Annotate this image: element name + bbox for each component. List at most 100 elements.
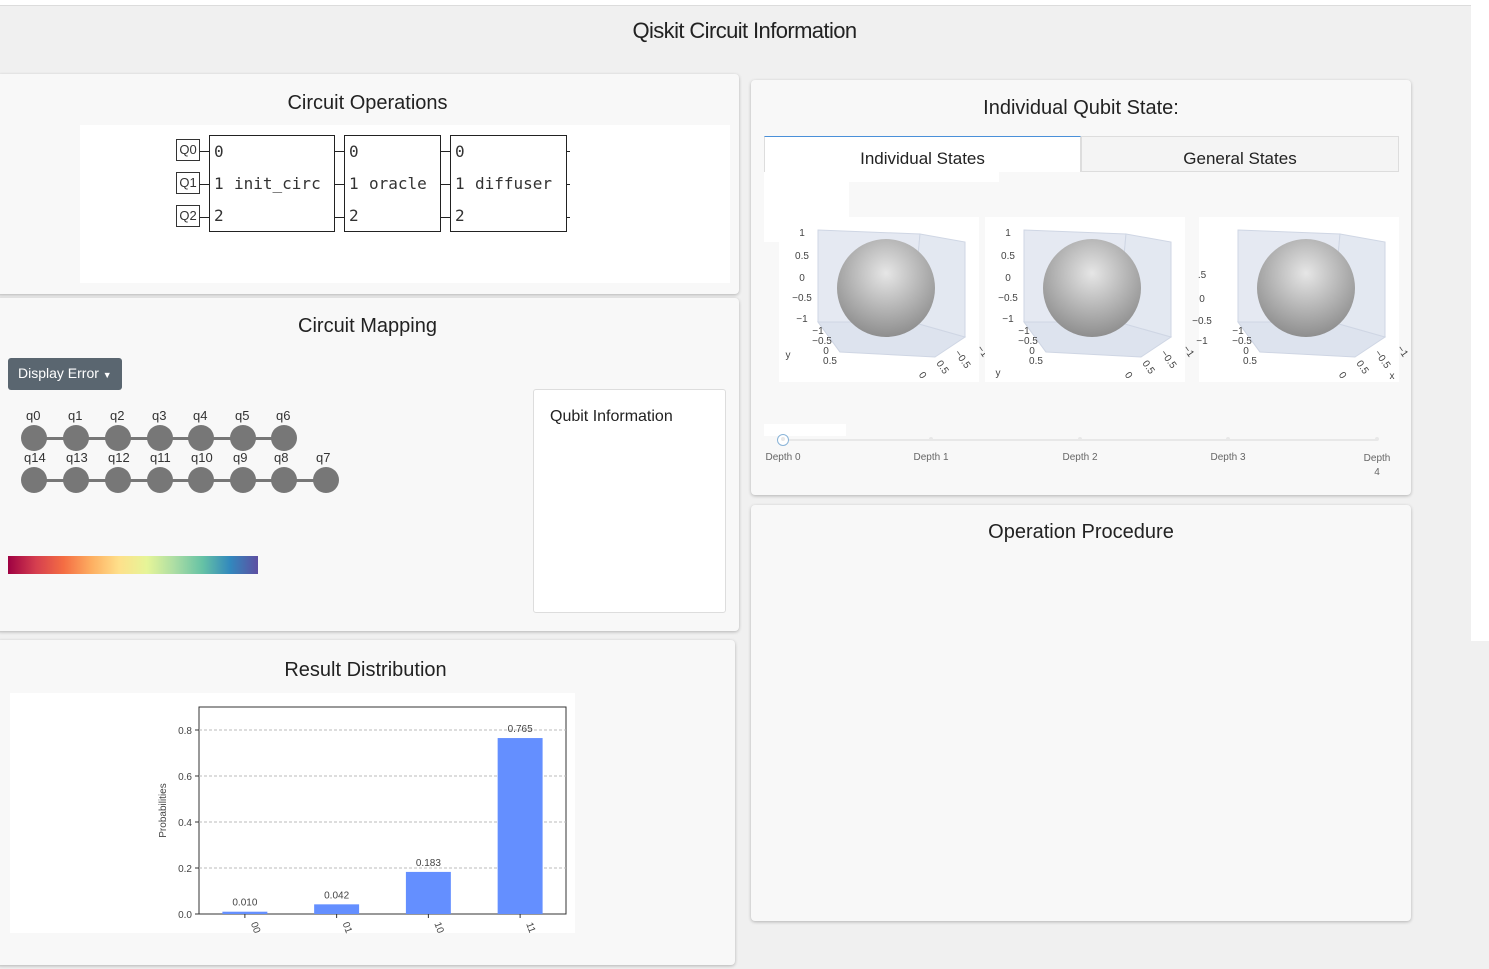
- z-tick-label: −0.5: [1192, 316, 1212, 327]
- gate-port-2: 2: [455, 206, 465, 225]
- z-tick-label: −0.5: [792, 293, 812, 304]
- y-tick-label: 0.4: [178, 818, 192, 829]
- slider-tick: [1078, 437, 1082, 441]
- bloch-sphere-0: 10.50−0.5−1−1−0.500.50 0.5 −0.5 −1y: [779, 217, 990, 382]
- y-tick-label: 0.5: [1243, 356, 1257, 367]
- qubit-node-label: q7: [316, 450, 331, 465]
- gate-port-1: 1: [349, 174, 359, 193]
- z-tick-label: 0.5: [795, 251, 809, 262]
- circuit-diagram: Q0 Q1 Q2 0 1 init_circ 2 0 1 oracle 2 0 …: [80, 125, 730, 283]
- bar-value-label: 0.010: [232, 898, 257, 909]
- depth-label-3[interactable]: Depth 3: [1203, 452, 1253, 463]
- qubit-node-label: q10: [191, 450, 213, 465]
- tab-label: General States: [1183, 149, 1297, 168]
- gate-name: init_circ: [234, 174, 321, 193]
- z-tick-label: 1: [799, 228, 805, 239]
- depth-label-2[interactable]: Depth 2: [1055, 452, 1105, 463]
- qubit-node-q1[interactable]: [63, 425, 89, 451]
- qubit-label-q0: Q0: [176, 139, 200, 161]
- qubit-node-q9[interactable]: [230, 467, 256, 493]
- y-tick-label: 0.5: [823, 356, 837, 367]
- bloch-sphere-2: .50−0.5−1−1−0.500.50 0.5 −0.5 −1x: [1192, 217, 1410, 382]
- coupling-map: q0 q1 q2 q3 q4 q5 q6 q14 q13 q12 q11 q10 q9 q8 q7: [0, 398, 356, 498]
- y-tick-label: 0.5: [1029, 356, 1043, 367]
- y-tick-label: 0.0: [178, 910, 192, 921]
- caret-down-icon: ▼: [102, 370, 112, 380]
- gate-port-1: 1: [455, 174, 465, 193]
- bar-value-label: 0.042: [324, 890, 349, 901]
- z-tick-label: −0.5: [998, 293, 1018, 304]
- qubit-node-q14[interactable]: [21, 467, 47, 493]
- depth-label-4[interactable]: Depth 4: [1360, 452, 1394, 480]
- y-tick-label: −0.5: [1018, 336, 1038, 347]
- depth-slider[interactable]: Depth 0 Depth 1 Depth 2 Depth 3 Depth 4: [764, 420, 1404, 480]
- x-tick-label: 10: [431, 921, 445, 936]
- z-tick-label: −1: [1002, 314, 1014, 325]
- y-tick-label: 0.6: [178, 772, 192, 783]
- qubit-node-q4[interactable]: [188, 425, 214, 451]
- x-tick-label: 11: [523, 921, 537, 935]
- sphere: [837, 239, 935, 337]
- result-histogram: 0.0 0.2 0.4 0.6 0.8 0.010 00 0.042 01 0.183 10 0.76…: [158, 706, 567, 936]
- qubit-node-q7[interactable]: [313, 467, 339, 493]
- tab-individual-states[interactable]: Individual States: [764, 136, 1081, 172]
- tab-label: Individual States: [860, 149, 985, 168]
- bar-value-label: 0.183: [416, 858, 441, 869]
- operation-procedure-card: Operation Procedure: [751, 505, 1411, 921]
- bar-00: [222, 911, 268, 914]
- z-tick-label: .5: [1198, 270, 1207, 281]
- bar-value-label: 0.765: [508, 724, 533, 735]
- bar-01: [314, 904, 360, 914]
- qubit-node-label: q14: [24, 450, 46, 465]
- qubit-node-q13[interactable]: [63, 467, 89, 493]
- circuit-mapping-card: Circuit Mapping Display Error ▼ q0 q1 q2 q3…: [0, 298, 739, 631]
- gate-port-0: 0: [455, 142, 465, 161]
- slider-tick: [929, 437, 933, 441]
- qubit-node-label: q0: [26, 408, 41, 423]
- depth-label-1[interactable]: Depth 1: [906, 452, 956, 463]
- gate-port-2: 2: [214, 206, 224, 225]
- qubit-node-q5[interactable]: [230, 425, 256, 451]
- circuit-operations-title: Circuit Operations: [287, 92, 448, 114]
- slider-bg-white: [764, 424, 846, 436]
- x-axis-label: x: [1390, 371, 1395, 382]
- qubit-label-q1: Q1: [176, 172, 200, 194]
- display-error-button[interactable]: Display Error ▼: [8, 358, 122, 390]
- tab-general-states[interactable]: General States: [1081, 136, 1399, 172]
- y-tick-label: −0.5: [1232, 336, 1252, 347]
- bar-11: [497, 738, 543, 914]
- circuit-operations-card: Circuit Operations Q0 Q1 Q2 0 1 init_cir…: [0, 74, 739, 294]
- qubit-node-label: q11: [150, 450, 171, 465]
- circuit-mapping-title: Circuit Mapping: [298, 315, 437, 337]
- qubit-node-q12[interactable]: [105, 467, 131, 493]
- qubit-node-q0[interactable]: [21, 425, 47, 451]
- operation-procedure-title: Operation Procedure: [988, 521, 1174, 543]
- z-tick-label: 0.5: [1001, 251, 1015, 262]
- gate-init-circ[interactable]: 0 1 init_circ 2: [209, 135, 335, 232]
- page-title: Qiskit Circuit Information: [632, 18, 857, 43]
- qubit-node-q3[interactable]: [147, 425, 173, 451]
- bloch-sphere-1: 10.50−0.5−1−1−0.500.50 0.5 −0.5 −1y: [985, 217, 1196, 382]
- bloch-spheres: 10.50−0.5−1−1−0.500.50 0.5 −0.5 −1y10.50−0.…: [779, 217, 1410, 382]
- z-tick-label: 0: [799, 273, 805, 284]
- qubit-node-q2[interactable]: [105, 425, 131, 451]
- qubit-node-label: q1: [68, 408, 83, 423]
- gate-diffuser[interactable]: 0 1 diffuser 2: [450, 135, 567, 232]
- error-colorbar: [8, 556, 258, 574]
- slider-tick: [1226, 437, 1230, 441]
- gate-port-1: 1: [214, 174, 224, 193]
- qubit-node-label: q12: [108, 450, 130, 465]
- gate-oracle[interactable]: 0 1 oracle 2: [344, 135, 441, 232]
- qubit-node-label: q3: [152, 408, 167, 423]
- result-distribution-card: Result Distribution 0.0 0.2 0.4 0.6 0.8 0.010…: [0, 640, 735, 965]
- qubit-node-q10[interactable]: [188, 467, 214, 493]
- qubit-node-q6[interactable]: [271, 425, 297, 451]
- qubit-node-q11[interactable]: [147, 467, 173, 493]
- qubit-node-label: q9: [233, 450, 248, 465]
- qubit-node-q8[interactable]: [271, 467, 297, 493]
- sphere: [1257, 239, 1355, 337]
- slider-tick: [781, 437, 785, 441]
- x-tick-label: 00: [248, 921, 262, 936]
- depth-label-0[interactable]: Depth 0: [758, 452, 808, 463]
- z-tick-label: −1: [1196, 336, 1208, 347]
